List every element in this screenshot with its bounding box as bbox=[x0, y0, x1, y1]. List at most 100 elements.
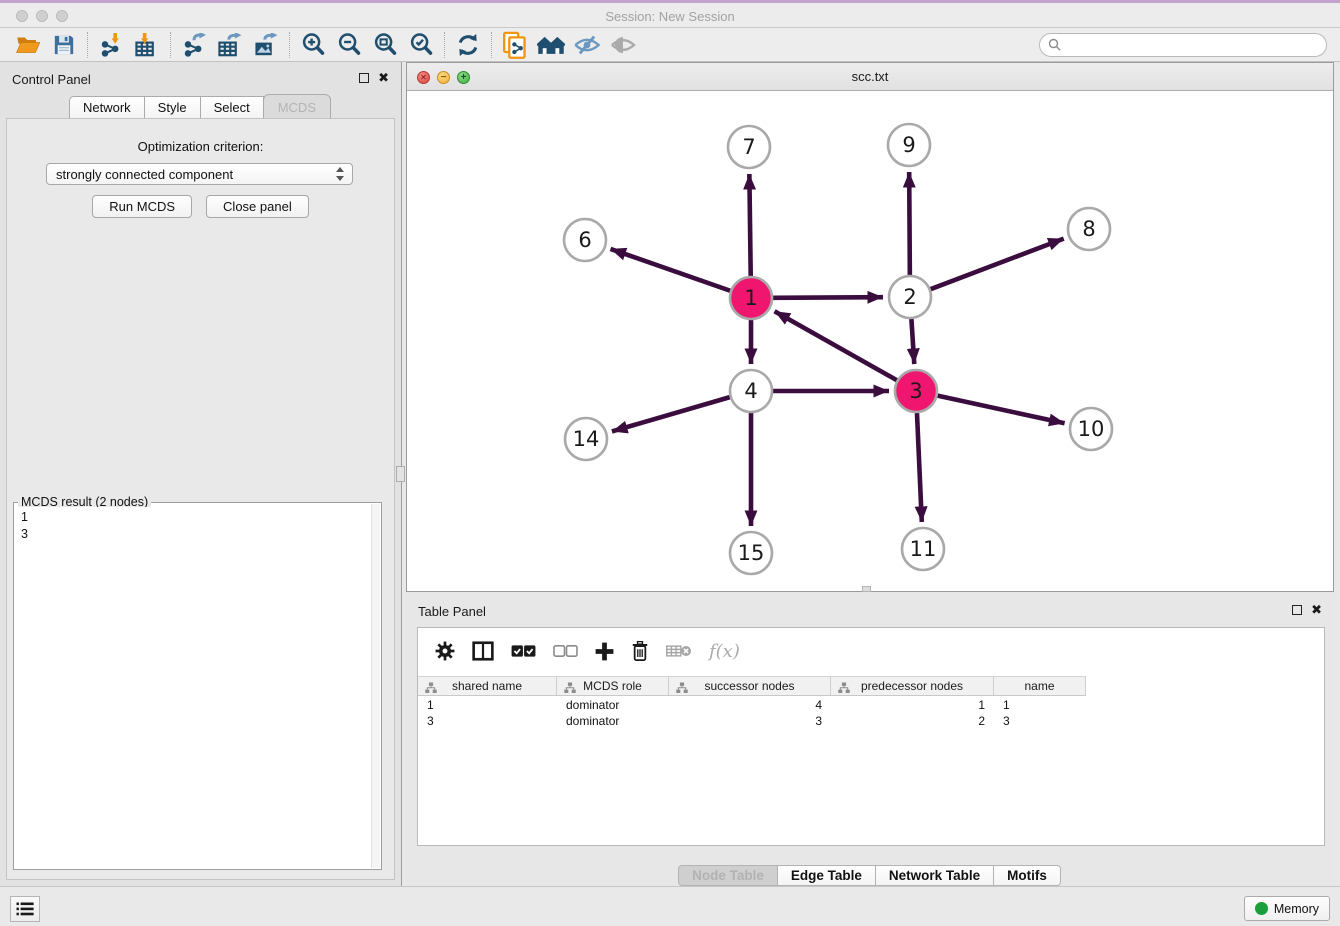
column-header-predecessor-nodes[interactable]: predecessor nodes bbox=[831, 677, 994, 695]
graph-node-6[interactable]: 6 bbox=[564, 219, 606, 261]
table-cell[interactable]: 3 bbox=[994, 713, 1086, 729]
graph-edge-2-8[interactable] bbox=[931, 239, 1064, 290]
delete-column-icon[interactable] bbox=[666, 643, 692, 659]
column-header-shared-name[interactable]: shared name bbox=[418, 677, 557, 695]
memory-button[interactable]: Memory bbox=[1244, 896, 1330, 921]
status-bar: Memory bbox=[0, 886, 1340, 926]
close-panel-icon[interactable]: ✖ bbox=[378, 73, 389, 83]
import-network-button[interactable] bbox=[93, 30, 129, 60]
table-cell[interactable]: 2 bbox=[831, 713, 994, 729]
graph-node-3[interactable]: 3 bbox=[895, 370, 937, 412]
column-header-successor-nodes[interactable]: successor nodes bbox=[669, 677, 831, 695]
graph-node-14[interactable]: 14 bbox=[565, 418, 607, 460]
show-column-panel-icon[interactable] bbox=[472, 641, 494, 661]
result-scrollbar[interactable] bbox=[371, 504, 380, 868]
graph-node-4[interactable]: 4 bbox=[730, 370, 772, 412]
panel-splitter-handle[interactable] bbox=[396, 466, 405, 482]
tab-edge-table[interactable]: Edge Table bbox=[777, 865, 876, 886]
control-panel: Control Panel ✖ NetworkStyleSelectMCDS O… bbox=[0, 62, 402, 886]
export-network-button[interactable] bbox=[176, 30, 212, 60]
graph-node-2[interactable]: 2 bbox=[889, 276, 931, 318]
save-session-button[interactable] bbox=[46, 30, 82, 60]
close-table-panel-icon[interactable]: ✖ bbox=[1311, 605, 1322, 615]
network-graph-canvas[interactable]: 7 9 6 8 1 2 4 3 14 10 15 11 bbox=[407, 91, 1333, 591]
graph-edge-4-14[interactable] bbox=[612, 397, 730, 431]
criterion-dropdown-value: strongly connected component bbox=[56, 167, 335, 182]
table-toolbar: f(x) bbox=[418, 628, 1324, 674]
tab-mcds[interactable]: MCDS bbox=[263, 94, 331, 120]
sort-hierarchy-icon bbox=[838, 682, 850, 697]
svg-text:4: 4 bbox=[744, 379, 757, 403]
criterion-dropdown[interactable]: strongly connected component bbox=[46, 163, 353, 185]
run-mcds-button[interactable]: Run MCDS bbox=[92, 195, 192, 218]
tab-motifs[interactable]: Motifs bbox=[993, 865, 1061, 886]
table-header-row: shared nameMCDS rolesuccessor nodesprede… bbox=[418, 676, 1086, 696]
search-input[interactable] bbox=[1062, 35, 1326, 55]
open-folder-button[interactable] bbox=[10, 30, 46, 60]
search-field[interactable] bbox=[1039, 33, 1327, 57]
graph-node-11[interactable]: 11 bbox=[902, 528, 944, 570]
graph-node-8[interactable]: 8 bbox=[1068, 208, 1110, 250]
select-all-checkboxes-icon[interactable] bbox=[511, 644, 536, 658]
table-cell[interactable]: dominator bbox=[557, 697, 669, 713]
tab-network-table[interactable]: Network Table bbox=[875, 865, 994, 886]
toolbar-separator bbox=[289, 32, 290, 58]
graph-edge-3-11[interactable] bbox=[917, 413, 922, 522]
network-document-button[interactable] bbox=[497, 30, 533, 60]
refresh-button[interactable] bbox=[450, 30, 486, 60]
import-table-button[interactable] bbox=[129, 30, 165, 60]
graph-node-10[interactable]: 10 bbox=[1070, 408, 1112, 450]
graph-node-7[interactable]: 7 bbox=[728, 126, 770, 168]
zoom-in-button[interactable] bbox=[295, 30, 331, 60]
table-cell[interactable]: 3 bbox=[418, 713, 557, 729]
table-cell[interactable]: 4 bbox=[669, 697, 831, 713]
zoom-selected-button[interactable] bbox=[403, 30, 439, 60]
graph-edge-3-1[interactable] bbox=[775, 311, 897, 380]
graph-edge-2-9[interactable] bbox=[909, 172, 910, 275]
network-table-splitter-handle[interactable] bbox=[862, 586, 871, 592]
float-panel-icon[interactable] bbox=[359, 73, 369, 83]
graph-edge-1-7[interactable] bbox=[749, 174, 750, 276]
create-column-plus-icon[interactable] bbox=[595, 642, 614, 661]
eye-hide-button[interactable] bbox=[569, 30, 605, 60]
graph-node-9[interactable]: 9 bbox=[888, 124, 930, 166]
deselect-all-checkboxes-icon[interactable] bbox=[553, 644, 578, 658]
home-button[interactable] bbox=[533, 30, 569, 60]
table-row[interactable]: 3dominator323 bbox=[418, 713, 1324, 729]
tab-node-table[interactable]: Node Table bbox=[678, 865, 778, 886]
table-settings-gear-icon[interactable] bbox=[435, 641, 455, 661]
delete-row-trash-icon[interactable] bbox=[631, 641, 649, 661]
table-cell[interactable]: 1 bbox=[831, 697, 994, 713]
mcds-result-text[interactable]: 1 3 bbox=[15, 507, 370, 868]
window-title: Session: New Session bbox=[0, 9, 1340, 24]
table-cell[interactable]: 1 bbox=[994, 697, 1086, 713]
graph-edge-1-6[interactable] bbox=[610, 249, 730, 291]
table-cell[interactable]: dominator bbox=[557, 713, 669, 729]
export-table-button[interactable] bbox=[212, 30, 248, 60]
column-header-name[interactable]: name bbox=[994, 677, 1086, 695]
graph-node-1[interactable]: 1 bbox=[730, 277, 772, 319]
svg-text:14: 14 bbox=[573, 427, 600, 451]
graph-node-15[interactable]: 15 bbox=[730, 532, 772, 574]
close-panel-button[interactable]: Close panel bbox=[206, 195, 309, 218]
task-history-button[interactable] bbox=[10, 896, 40, 922]
application-window: Session: New Session bbox=[0, 0, 1340, 926]
function-builder-icon[interactable]: f(x) bbox=[709, 641, 740, 662]
column-header-mcds-role[interactable]: MCDS role bbox=[557, 677, 669, 695]
optimization-criterion-label: Optimization criterion: bbox=[7, 139, 394, 154]
table-row[interactable]: 1dominator411 bbox=[418, 697, 1324, 713]
export-image-button[interactable] bbox=[248, 30, 284, 60]
float-table-panel-icon[interactable] bbox=[1292, 605, 1302, 615]
zoom-out-button[interactable] bbox=[331, 30, 367, 60]
graph-edge-2-3[interactable] bbox=[911, 319, 914, 364]
mcds-panel: Optimization criterion: strongly connect… bbox=[6, 118, 395, 880]
graph-edge-1-2[interactable] bbox=[773, 297, 883, 298]
graph-edge-3-10[interactable] bbox=[937, 396, 1064, 424]
window-titlebar: Session: New Session bbox=[0, 0, 1340, 28]
network-window-titlebar[interactable]: scc.txt bbox=[407, 63, 1333, 91]
table-cell[interactable]: 1 bbox=[418, 697, 557, 713]
eye-show-button[interactable] bbox=[605, 30, 641, 60]
svg-text:10: 10 bbox=[1078, 417, 1105, 441]
table-cell[interactable]: 3 bbox=[669, 713, 831, 729]
zoom-fit-button[interactable] bbox=[367, 30, 403, 60]
